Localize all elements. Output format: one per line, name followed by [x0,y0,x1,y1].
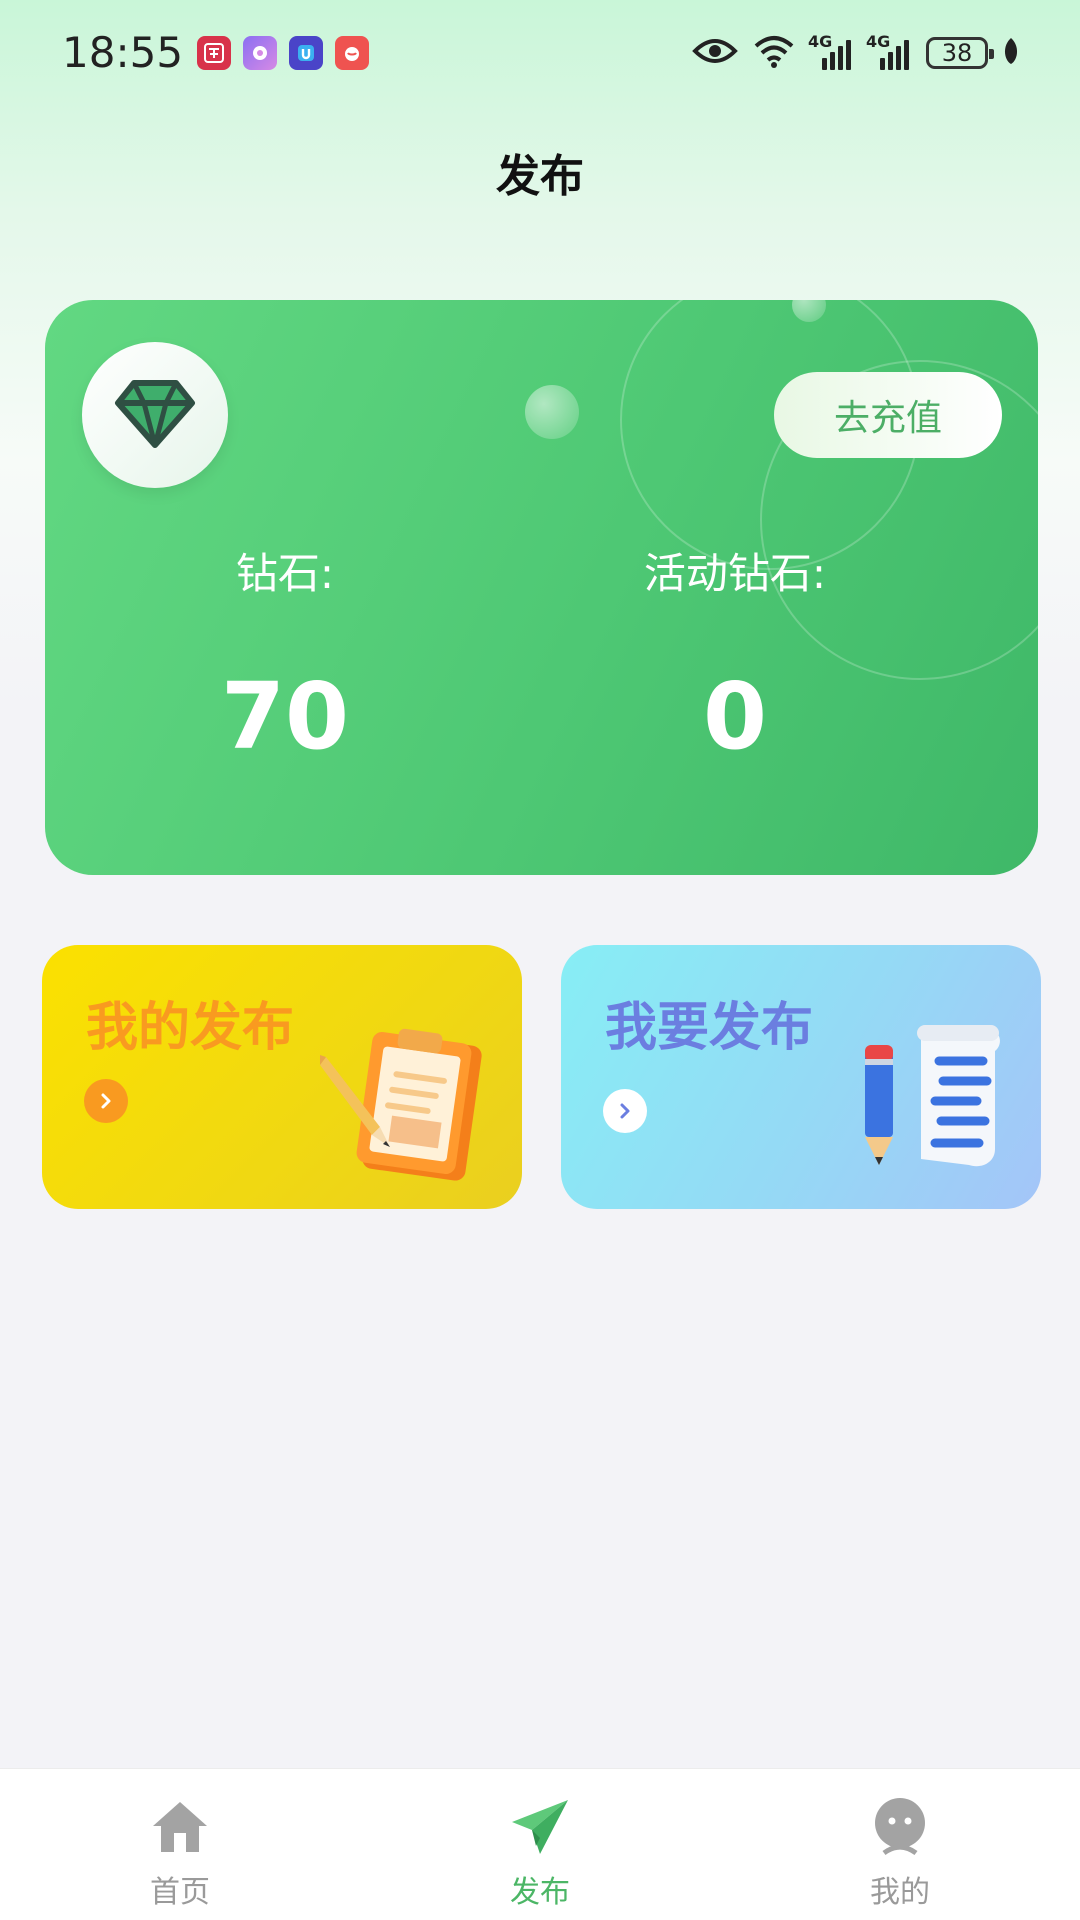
diamond-icon [114,377,196,453]
clipboard-pencil-icon [314,1023,490,1197]
my-posts-card[interactable]: 我的发布 [42,945,522,1209]
profile-icon [868,1795,932,1859]
diamond-value: 70 [220,663,350,770]
wifi-icon [752,34,796,72]
document-pencil-icon [861,1019,1021,1183]
app-red-icon [335,35,370,70]
status-time: 18:55 [62,28,184,77]
diamond-stat: 钻石: 70 [45,540,525,770]
app-purple-icon [243,35,278,70]
taobao-icon [197,35,232,70]
tab-profile[interactable]: 我的 [800,1769,1000,1911]
paper-plane-icon [508,1795,572,1859]
diamond-balance-card: 去充值 钻石: 70 活动钻石: 0 [45,300,1038,875]
signal-label: 4G [866,31,891,51]
activity-diamond-value: 0 [702,663,767,770]
home-icon [148,1795,212,1859]
app-blue-u-icon [289,35,324,70]
chevron-right-icon[interactable] [84,1079,128,1123]
gem-badge [82,342,228,488]
decorative-bubble [525,385,579,439]
notification-app-icons [197,35,370,70]
activity-diamond-label: 活动钻石: [643,549,827,598]
my-posts-title: 我的发布 [86,998,295,1058]
status-indicators: 4G 4G 38 [692,32,1020,72]
signal-label: 4G [808,31,833,51]
leaf-icon [1002,36,1020,70]
new-post-title: 我要发布 [605,998,814,1058]
cell-signal-1-icon: 4G [808,32,854,70]
status-bar: 18:55 4G 4G 38 [0,0,1080,105]
diamond-label: 钻石: [235,549,335,598]
tab-label: 发布 [510,1875,570,1910]
new-post-card[interactable]: 我要发布 [561,945,1041,1209]
cell-signal-2-icon: 4G [866,32,912,70]
eye-icon [692,36,738,70]
activity-diamond-stat: 活动钻石: 0 [515,540,955,770]
battery-icon: 38 [926,36,994,69]
battery-level: 38 [941,38,973,67]
recharge-button[interactable]: 去充值 [774,372,1002,458]
tab-home[interactable]: 首页 [80,1769,280,1911]
tab-publish[interactable]: 发布 [440,1769,640,1911]
page-title: 发布 [496,151,584,202]
tab-label: 我的 [870,1875,930,1910]
bottom-tab-bar: 首页 发布 我的 [0,1768,1080,1920]
tab-label: 首页 [150,1875,210,1910]
chevron-right-icon[interactable] [603,1089,647,1133]
